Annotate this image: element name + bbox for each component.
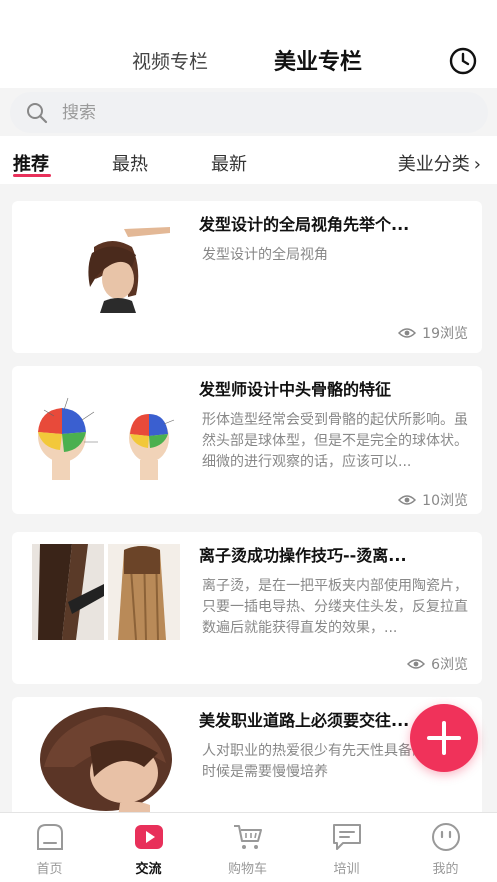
category-dropdown[interactable]: 美业分类 › [398, 150, 481, 176]
tab-cart-label: 购物车 [227, 862, 267, 877]
article-description: 发型设计的全局视角 [202, 247, 328, 263]
filter-hot[interactable]: 最热 [112, 150, 148, 176]
top-bar: 视频专栏 美业专栏 [0, 0, 497, 88]
view-count: 19浏览 [398, 323, 468, 343]
tab-training-label: 培训 [333, 862, 360, 877]
view-count: 10浏览 [398, 490, 468, 510]
article-thumbnail [24, 390, 184, 494]
view-count-text: 10浏览 [422, 493, 468, 509]
search-bar[interactable] [10, 92, 488, 133]
tab-video-column[interactable]: 视频专栏 [132, 47, 208, 74]
tab-exchange-label: 交流 [135, 862, 162, 877]
view-count: 6浏览 [407, 654, 468, 674]
eye-icon [398, 495, 417, 505]
tab-beauty-column[interactable]: 美业专栏 [274, 44, 362, 76]
article-card[interactable]: 美发职业道路上必须要交往... 人对职业的热爱很少有先天性具备的，很多时候是需要… [12, 697, 482, 812]
article-card[interactable]: 发型师设计中头骨骼的特征 形体造型经常会受到骨骼的起伏所影响。虽然头部是球体型，… [12, 366, 482, 514]
article-card[interactable]: 发型设计的全局视角先举个... 发型设计的全局视角 19浏览 [12, 201, 482, 353]
active-filter-underline [13, 174, 51, 177]
chat-icon [333, 824, 361, 850]
article-thumbnail [34, 707, 174, 812]
add-post-button[interactable] [410, 704, 478, 772]
search-icon [27, 103, 48, 124]
eye-icon [398, 328, 417, 338]
article-title[interactable]: 离子烫成功操作技巧--烫离... [199, 542, 469, 566]
article-description: 离子烫，是在一把平板夹内部使用陶瓷片，只要一插电导热、分缕夹住头发，反复拉直数遍… [202, 578, 468, 636]
article-title[interactable]: 发型师设计中头骨骼的特征 [199, 376, 469, 400]
bottom-tab-bar: 首页 交流 购物车 培训 我的 [0, 812, 497, 882]
view-count-text: 19浏览 [422, 326, 468, 342]
filter-newest[interactable]: 最新 [211, 150, 247, 176]
tab-home[interactable]: 首页 [0, 813, 99, 882]
tab-home-label: 首页 [36, 862, 63, 877]
tab-training[interactable]: 培训 [297, 813, 396, 882]
chevron-right-icon: › [473, 154, 481, 175]
tab-mine[interactable]: 我的 [396, 813, 495, 882]
article-card[interactable]: 离子烫成功操作技巧--烫离... 离子烫，是在一把平板夹内部使用陶瓷片，只要一插… [12, 532, 482, 684]
article-description: 形体造型经常会受到骨骼的起伏所影响。虽然头部是球体型，但是不是完全的球体状。细微… [202, 412, 468, 470]
article-thumbnail [32, 544, 180, 640]
tab-cart[interactable]: 购物车 [198, 813, 297, 882]
search-input[interactable] [62, 92, 462, 133]
face-icon [432, 823, 460, 851]
cart-icon [234, 825, 262, 849]
article-thumbnail [32, 217, 182, 321]
home-icon [37, 824, 63, 850]
filter-tabs: 推荐 最热 最新 美业分类 › [0, 136, 497, 184]
view-count-text: 6浏览 [431, 657, 468, 673]
category-label: 美业分类 [397, 154, 470, 175]
history-clock-icon[interactable] [448, 46, 478, 76]
filter-recommend[interactable]: 推荐 [13, 150, 49, 176]
article-title[interactable]: 发型设计的全局视角先举个... [199, 211, 469, 235]
tab-exchange[interactable]: 交流 [99, 813, 198, 882]
tab-mine-label: 我的 [432, 862, 459, 877]
play-icon [135, 825, 163, 849]
eye-icon [407, 659, 426, 669]
